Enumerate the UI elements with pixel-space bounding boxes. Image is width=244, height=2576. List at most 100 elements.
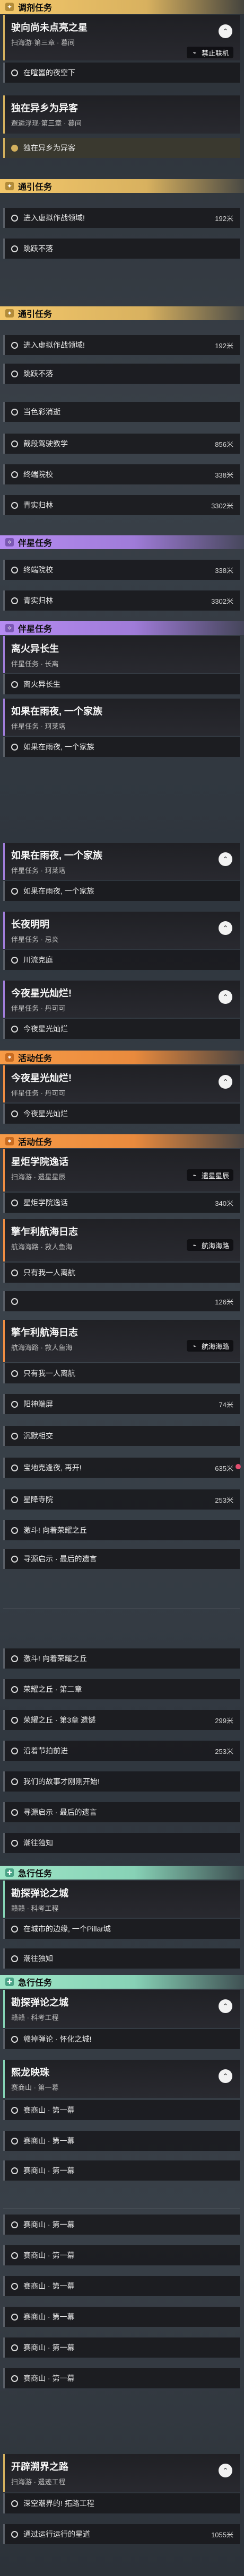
objective-item[interactable]: 潮往独知 bbox=[3, 1833, 240, 1853]
quest-card[interactable]: 星炬学院逸话 扫海游 · 遗星星辰 ⌁ 遗星星辰 bbox=[3, 1149, 240, 1192]
objective-item[interactable]: 赛商山 · 第一幕 bbox=[3, 2368, 240, 2388]
quest-card[interactable]: 勘探弹论之城 赣赣 · 科考工程 bbox=[3, 1881, 240, 1918]
objective-item[interactable]: 126米 bbox=[3, 1291, 240, 1311]
quest-card[interactable]: 擎乍利航海日志 航海海路 · 救人鱼海 ⌁ 航海海路 bbox=[3, 1219, 240, 1261]
objective-item[interactable]: 在城市的边缘, 一个Pillar城 bbox=[3, 1919, 240, 1939]
chevron-up-icon[interactable]: ⌃ bbox=[219, 1999, 232, 2013]
objective-item[interactable]: 今夜星光灿烂 bbox=[3, 1104, 240, 1124]
quest-card[interactable]: 熙龙映珠 赛商山 · 第一幕 ⌃ bbox=[3, 2060, 240, 2098]
objective-item[interactable]: 通过运行运行的星道 1055米 bbox=[3, 2524, 240, 2544]
objective-item[interactable]: 只有我一人离航 bbox=[3, 1363, 240, 1383]
task-header-5: ✧ 伴星任务 bbox=[0, 621, 244, 635]
objective-item[interactable]: 青实归林 3302米 bbox=[3, 590, 240, 611]
objective-item[interactable]: 赛商山 · 第一幕 bbox=[3, 2276, 240, 2296]
objective-circle-icon bbox=[11, 2282, 18, 2290]
quest-card[interactable]: 长夜明明 伴星任务 · 忌炎 ⌃ bbox=[3, 912, 240, 949]
chevron-up-icon[interactable]: ⌃ bbox=[219, 990, 232, 1004]
objective-item[interactable]: 沿着节拍前进 253米 bbox=[3, 1741, 240, 1761]
objective-item[interactable]: 潮往独知 bbox=[3, 1948, 240, 1969]
quest-card[interactable]: 驶向尚未点亮之星 扫海游·第三章 · 暮间 ⌃ ⌁ 禁止联机 bbox=[3, 15, 240, 60]
objective-item[interactable]: 赣掉弹论 · 怀化之城! bbox=[3, 2029, 240, 2049]
objective-circle-icon bbox=[11, 408, 18, 416]
objective-item[interactable]: 赛商山 · 第一幕 bbox=[3, 2100, 240, 2120]
task-header-4: ✧ 伴星任务 bbox=[0, 535, 244, 549]
quest-title: 如果在雨夜, 一个家族 bbox=[11, 706, 103, 717]
objective-item[interactable]: 寻源启示 · 最后的遗言 bbox=[3, 1549, 240, 1569]
chevron-up-icon[interactable]: ⌃ bbox=[219, 2464, 232, 2477]
objective-item[interactable]: 宝地克逢夜, 再开! 635米 bbox=[3, 1458, 240, 1478]
objective-item[interactable]: 阳神端屏 74米 bbox=[3, 1394, 240, 1414]
objective-item[interactable]: 沉默相交 bbox=[3, 1426, 240, 1446]
objective-circle-icon bbox=[11, 1199, 18, 1206]
status-tag: ⌁ 遗星星辰 bbox=[186, 1169, 233, 1181]
chevron-up-icon[interactable]: ⌃ bbox=[219, 24, 232, 38]
quest-card[interactable]: 如果在雨夜, 一个家族 伴星任务 · 珂莱塔 bbox=[3, 699, 240, 736]
objective-circle-icon bbox=[11, 1747, 18, 1754]
chevron-up-icon[interactable]: ⌃ bbox=[219, 852, 232, 866]
objective-item[interactable]: 我们的故事才刚刚开始! bbox=[3, 1771, 240, 1792]
objective-item[interactable]: 川流克庭 bbox=[3, 950, 240, 970]
objective-item[interactable]: 激斗! 向着荣耀之丘 bbox=[3, 1520, 240, 1540]
task-type-label: 急行任务 bbox=[18, 1979, 53, 1988]
chevron-up-icon[interactable]: ⌃ bbox=[219, 1075, 232, 1089]
quest-card[interactable]: 离火异长生 伴星任务 · 长离 bbox=[3, 636, 240, 673]
quest-card[interactable]: 独在异乡为异客 邂逅浮现·第三章 · 暮间 bbox=[3, 95, 240, 134]
task-type-label: 伴星任务 bbox=[18, 625, 53, 634]
quest-card[interactable]: 勘探弹论之城 赣赣 · 科考工程 ⌃ bbox=[3, 1990, 240, 2028]
quest-title: 今夜星光灿烂! bbox=[11, 988, 72, 999]
objective-item[interactable]: 赛商山 · 第一幕 bbox=[3, 2215, 240, 2235]
objective-item-active[interactable]: 独在异乡为异客 bbox=[3, 138, 240, 158]
objective-item[interactable]: 如果在雨夜, 一个家族 bbox=[3, 881, 240, 901]
chevron-up-icon[interactable]: ⌃ bbox=[219, 2069, 232, 2083]
objective-item[interactable]: 当色彩消逝 bbox=[3, 402, 240, 422]
task-header-3: ✦ 通引任务 bbox=[0, 306, 244, 320]
quest-sub: 赣赣 · 科考工程 bbox=[11, 1904, 59, 1912]
objective-item[interactable]: 今夜星光灿烂 bbox=[3, 1019, 240, 1039]
objective-item[interactable]: 赛商山 · 第一幕 bbox=[3, 2160, 240, 2181]
quest-card[interactable]: 开辟溯界之路 扫海游 · 遗迹工程 ⌃ bbox=[3, 2454, 240, 2492]
objective-circle-icon bbox=[11, 1655, 18, 1662]
divider bbox=[3, 1608, 240, 1609]
objective-item[interactable]: 荣耀之丘 · 第二章 bbox=[3, 1679, 240, 1699]
objective-item[interactable]: 终端院校 338米 bbox=[3, 464, 240, 484]
objective-item[interactable]: 赛商山 · 第一幕 bbox=[3, 2245, 240, 2265]
objective-item[interactable]: 赛商山 · 第一幕 bbox=[3, 2131, 240, 2151]
quest-card[interactable]: 如果在雨夜, 一个家族 伴星任务 · 珂莱塔 ⌃ bbox=[3, 843, 240, 880]
objective-item[interactable]: 如果在雨夜, 一个家族 bbox=[3, 737, 240, 757]
objective-item[interactable]: 寻源启示 · 最后的遗言 bbox=[3, 1802, 240, 1822]
objective-circle-icon bbox=[11, 2035, 18, 2043]
objective-item[interactable]: 星炬学院逸话 340米 bbox=[3, 1193, 240, 1213]
task-type-icon: ✧ bbox=[5, 624, 14, 632]
chevron-up-icon[interactable]: ⌃ bbox=[219, 921, 232, 935]
objective-circle-icon bbox=[11, 743, 18, 751]
objective-circle-icon bbox=[11, 597, 18, 604]
quest-card[interactable]: 擎乍利航海日志 航海海路 · 救人鱼海 ⌁ 航海海路 bbox=[3, 1320, 240, 1362]
objective-item[interactable]: 星降寺院 253米 bbox=[3, 1489, 240, 1510]
objective-item[interactable]: 赛商山 · 第一幕 bbox=[3, 2337, 240, 2358]
task-type-icon: ✧ bbox=[5, 538, 14, 546]
quest-sub: 伴星任务 · 珂莱塔 bbox=[11, 867, 66, 875]
objective-item[interactable]: 激斗! 向着荣耀之丘 bbox=[3, 1648, 240, 1669]
quest-card[interactable]: 今夜星光灿烂! 伴星任务 · 丹可可 ⌃ bbox=[3, 981, 240, 1018]
objective-item[interactable]: 青实归林 3302米 bbox=[3, 495, 240, 515]
quest-card[interactable]: 今夜星光灿烂! 伴星任务 · 丹可可 ⌃ bbox=[3, 1065, 240, 1102]
objective-item[interactable]: 深空潮界的! 拓路工程 bbox=[3, 2493, 240, 2513]
objective-item[interactable]: 终端院校 338米 bbox=[3, 560, 240, 580]
objective-item[interactable]: 离火异长生 bbox=[3, 674, 240, 694]
quest-sub: 赣赣 · 科考工程 bbox=[11, 2014, 59, 2022]
objective-item[interactable]: 跳跃不落 bbox=[3, 364, 240, 384]
objective-circle-icon bbox=[11, 1555, 18, 1563]
objective-item[interactable]: 荣耀之丘 · 第3章 遗憾 299米 bbox=[3, 1710, 240, 1730]
objective-item[interactable]: 进入虚拟作战领域! 192米 bbox=[3, 335, 240, 355]
objective-item[interactable]: 截段驾驶教学 856米 bbox=[3, 434, 240, 454]
objective-item[interactable]: 跳跃不落 bbox=[3, 239, 240, 259]
objective-item[interactable]: 在喧嚣的夜空下 bbox=[3, 63, 240, 83]
objective-item[interactable]: 赛商山 · 第一幕 bbox=[3, 2307, 240, 2327]
objective-circle-icon bbox=[11, 681, 18, 688]
task-header-9: ✚ 急行任务 bbox=[0, 1975, 244, 1989]
objective-circle-icon bbox=[11, 69, 18, 76]
quest-title: 勘探弹论之城 bbox=[11, 1888, 68, 1899]
network-icon: ⌁ bbox=[193, 49, 197, 56]
objective-item[interactable]: 进入虚拟作战领域! 192米 bbox=[3, 208, 240, 228]
objective-item[interactable]: 只有我一人离航 bbox=[3, 1263, 240, 1283]
